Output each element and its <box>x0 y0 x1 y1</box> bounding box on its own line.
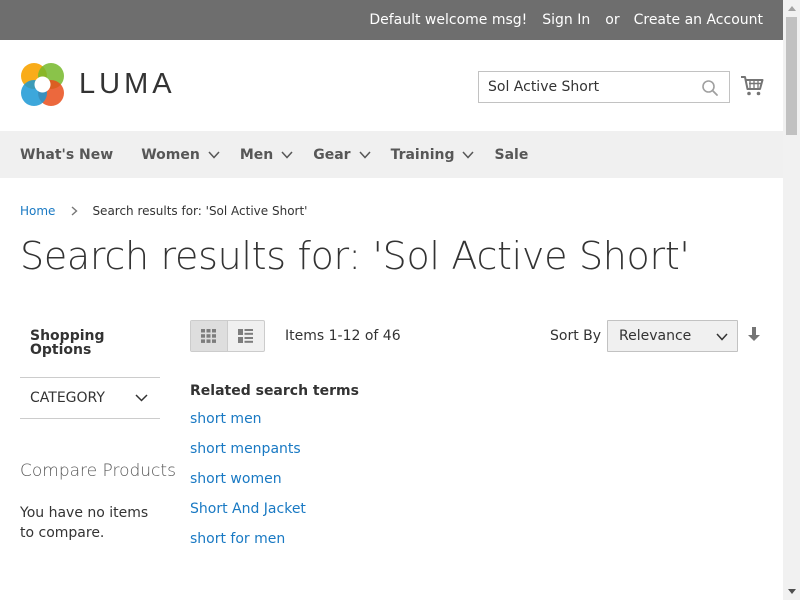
sort-by-value: Relevance <box>619 328 692 344</box>
or-separator: or <box>605 12 620 28</box>
nav-item-men[interactable]: Men <box>240 147 293 163</box>
scrollbar-thumb[interactable] <box>786 17 797 135</box>
grid-icon <box>201 329 217 343</box>
nav-item-gear[interactable]: Gear <box>313 146 371 163</box>
sign-in-link[interactable]: Sign In <box>542 12 590 28</box>
nav-item-label: Training <box>390 146 455 163</box>
sort-direction-arrow-icon[interactable] <box>747 326 761 344</box>
chevron-down-icon <box>208 150 220 159</box>
shopping-options-title: Shopping Options <box>20 320 160 378</box>
top-bar: Default welcome msg! Sign In or Create a… <box>0 0 783 40</box>
top-bar-links: Default welcome msg! Sign In or Create a… <box>354 0 763 40</box>
view-mode-switcher <box>190 320 265 352</box>
products-toolbar: Items 1-12 of 46 Sort By Relevance <box>190 320 765 352</box>
related-terms-list: short men short menpants short women Short … <box>190 410 359 560</box>
scroll-up-arrow-icon[interactable] <box>783 0 800 17</box>
nav-item-label: What's New <box>20 146 114 163</box>
category-filter-label: CATEGORY <box>30 390 105 406</box>
items-count: Items 1-12 of 46 <box>285 328 401 344</box>
related-term-link[interactable]: Short And Jacket <box>190 500 359 530</box>
related-term-link[interactable]: short men <box>190 410 359 440</box>
sort-by-label: Sort By <box>550 328 602 344</box>
breadcrumb-current: Search results for: 'Sol Active Short' <box>92 204 308 218</box>
search-box <box>478 71 730 103</box>
nav-item-women[interactable]: Women <box>141 147 220 163</box>
search-input[interactable] <box>479 72 694 102</box>
page-header: LUMA <box>0 40 783 131</box>
page-title: Search results for: 'Sol Active Short' <box>20 234 690 278</box>
main-navigation: What's New Women Men Gear Training Sale <box>0 131 783 178</box>
nav-item-what-s-new[interactable]: What's New <box>20 147 113 163</box>
nav-list: What's New Women Men Gear Training Sale <box>0 131 783 178</box>
related-terms-title: Related search terms <box>190 383 359 399</box>
related-term-link[interactable]: short menpants <box>190 440 359 470</box>
compare-empty-text: You have no items to compare. <box>20 505 149 541</box>
breadcrumb: Home Search results for: 'Sol Active Sho… <box>20 204 307 218</box>
vertical-scrollbar[interactable] <box>783 0 800 600</box>
scroll-down-arrow-icon[interactable] <box>783 583 800 600</box>
chevron-down-icon <box>281 150 293 159</box>
related-search-terms: Related search terms short men short menp… <box>190 383 359 560</box>
chevron-right-icon <box>71 206 78 216</box>
chevron-down-icon <box>462 150 475 159</box>
welcome-message: Default welcome msg! <box>369 12 528 28</box>
list-view-button[interactable] <box>228 321 265 351</box>
list-icon <box>238 329 254 343</box>
nav-item-sale[interactable]: Sale <box>494 147 528 163</box>
chevron-down-icon <box>716 333 728 341</box>
compare-products-title: Compare Products <box>20 461 176 481</box>
nav-item-label: Women <box>141 146 200 163</box>
logo-text: LUMA <box>79 68 176 100</box>
related-term-link[interactable]: short for men <box>190 530 359 560</box>
sidebar: Shopping Options CATEGORY Compare Produc… <box>20 320 176 543</box>
search-icon[interactable] <box>701 79 719 97</box>
grid-view-button[interactable] <box>191 321 228 351</box>
category-filter[interactable]: CATEGORY <box>20 378 160 419</box>
create-account-link[interactable]: Create an Account <box>634 12 763 28</box>
related-term-link[interactable]: short women <box>190 470 359 500</box>
cart-icon[interactable] <box>740 74 764 98</box>
nav-item-label: Men <box>239 146 274 163</box>
nav-item-training[interactable]: Training <box>391 147 475 163</box>
nav-item-label: Sale <box>494 146 529 163</box>
nav-item-label: Gear <box>313 146 351 163</box>
breadcrumb-home-link[interactable]: Home <box>20 204 55 218</box>
chevron-down-icon <box>135 394 148 402</box>
logo[interactable]: LUMA <box>20 62 176 107</box>
sort-by-select[interactable]: Relevance <box>607 320 738 352</box>
chevron-down-icon <box>359 150 371 159</box>
luma-logo-icon <box>21 63 64 106</box>
